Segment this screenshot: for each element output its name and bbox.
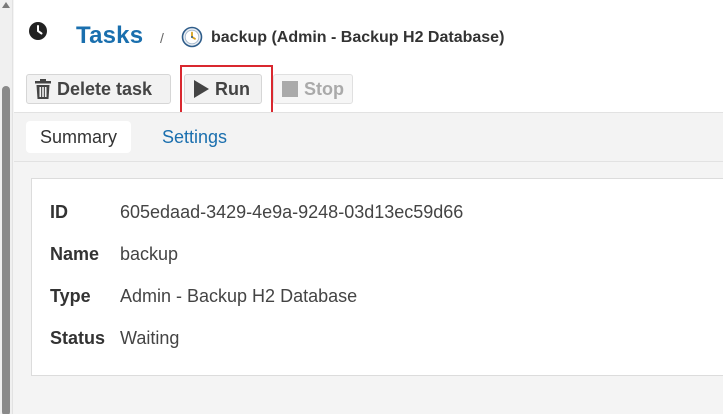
page: Tasks / backup (Admin - Backup H2 Databa… xyxy=(0,0,723,414)
main-content: Tasks / backup (Admin - Backup H2 Databa… xyxy=(14,0,723,414)
summary-row-status: Status Waiting xyxy=(50,327,179,349)
breadcrumb-separator: / xyxy=(160,30,164,46)
vertical-scrollbar[interactable] xyxy=(0,0,13,414)
delete-task-button[interactable]: Delete task xyxy=(26,74,171,104)
summary-panel: ID 605edaad-3429-4e9a-9248-03d13ec59d66 … xyxy=(31,178,723,376)
run-label: Run xyxy=(215,78,250,99)
stop-button[interactable]: Stop xyxy=(273,74,353,104)
trash-icon xyxy=(35,79,51,99)
page-title[interactable]: Tasks xyxy=(76,22,143,50)
delete-task-label: Delete task xyxy=(57,78,153,99)
summary-value: Admin - Backup H2 Database xyxy=(120,285,358,306)
summary-label: Status xyxy=(50,327,106,348)
summary-value: 605edaad-3429-4e9a-9248-03d13ec59d66 xyxy=(120,201,464,222)
tab-bar: Summary Settings xyxy=(14,112,723,162)
toolbar: Delete task Run Stop xyxy=(14,65,723,115)
stop-label: Stop xyxy=(304,78,344,99)
scrollbar-thumb[interactable] xyxy=(2,86,10,414)
summary-value: Waiting xyxy=(120,327,180,348)
scroll-up-arrow-icon[interactable] xyxy=(2,2,10,8)
summary-row-type: Type Admin - Backup H2 Database xyxy=(50,285,357,307)
summary-row-name: Name backup xyxy=(50,243,178,265)
summary-label: Type xyxy=(50,285,91,306)
tab-summary[interactable]: Summary xyxy=(26,121,132,153)
task-clock-icon xyxy=(181,26,203,48)
tab-settings[interactable]: Settings xyxy=(148,121,241,153)
summary-label: ID xyxy=(50,201,68,222)
summary-row-id: ID 605edaad-3429-4e9a-9248-03d13ec59d66 xyxy=(50,201,463,223)
task-title: backup (Admin - Backup H2 Database) xyxy=(211,29,505,46)
summary-label: Name xyxy=(50,243,100,264)
summary-value: backup xyxy=(120,243,179,264)
run-button[interactable]: Run xyxy=(184,74,262,104)
stop-icon xyxy=(282,81,298,97)
summary-area: ID 605edaad-3429-4e9a-9248-03d13ec59d66 … xyxy=(14,162,723,414)
page-header: Tasks / backup (Admin - Backup H2 Databa… xyxy=(14,0,723,64)
play-icon xyxy=(194,80,209,98)
clock-icon xyxy=(29,22,47,40)
